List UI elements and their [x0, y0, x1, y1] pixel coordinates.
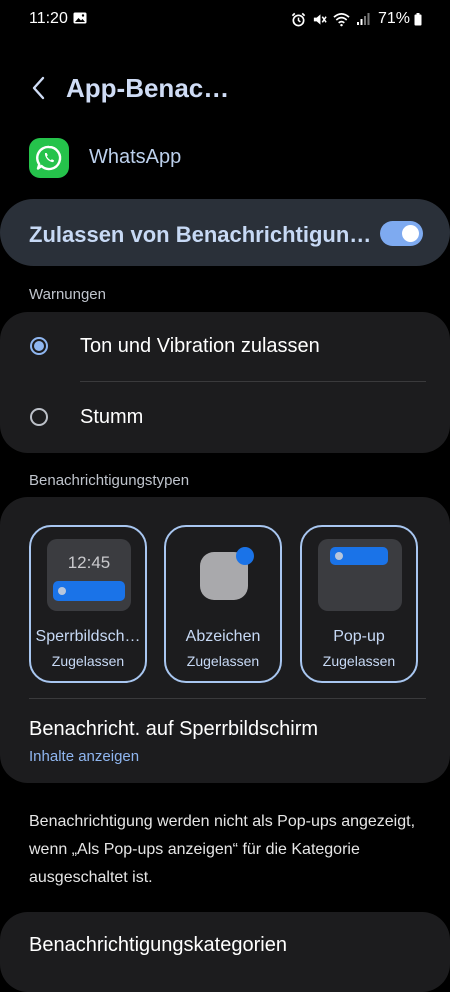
- whatsapp-icon: [29, 138, 69, 178]
- section-label-types: Benachrichtigungstypen: [29, 472, 190, 489]
- tile-label: Sperrbildsch…: [35, 628, 141, 645]
- alarm-icon: [291, 12, 306, 26]
- tile-label: Abzeichen: [185, 628, 261, 645]
- categories-row[interactable]: Benachrichtigungskategorien: [0, 912, 450, 992]
- allow-notifications-toggle[interactable]: [380, 221, 423, 246]
- battery-level: 71%: [378, 10, 411, 27]
- signal-icon: [357, 13, 370, 25]
- lockscreen-notifications-row[interactable]: Benachricht. auf Sperrbildschirm Inhalte…: [0, 700, 450, 783]
- toggle-knob: [402, 225, 419, 242]
- status-time: 11:20: [29, 10, 68, 27]
- allow-notifications-label: Zulassen von Benachrichtigun…: [29, 222, 372, 247]
- option-silent[interactable]: Stumm: [0, 382, 450, 453]
- section-label-warnings: Warnungen: [29, 286, 106, 303]
- page-title: App-Benac…: [66, 73, 230, 103]
- radio-selected-icon: [30, 337, 48, 355]
- wifi-icon: [333, 12, 350, 26]
- app-name: WhatsApp: [89, 146, 182, 168]
- lockscreen-notifications-value: Inhalte anzeigen: [29, 748, 140, 765]
- tile-status: Zugelassen: [51, 653, 125, 669]
- status-bar: 11:20 71%: [0, 0, 450, 40]
- tile-popup[interactable]: Pop-up Zugelassen: [300, 525, 418, 683]
- lockscreen-clock: 12:45: [67, 553, 111, 572]
- system-icons: [291, 11, 370, 27]
- popup-banner: [330, 547, 388, 565]
- lockscreen-notifications-title: Benachricht. auf Sperrbildschirm: [29, 718, 319, 740]
- badge-dot-icon: [236, 547, 254, 565]
- battery-icon: [414, 13, 422, 26]
- mute-icon: [313, 13, 327, 25]
- tile-status: Zugelassen: [186, 653, 260, 669]
- option-label: Stumm: [80, 406, 144, 428]
- option-sound-vibration[interactable]: Ton und Vibration zulassen: [0, 312, 450, 382]
- banner-dot: [335, 552, 343, 560]
- whatsapp-logo: [36, 145, 62, 171]
- tile-status: Zugelassen: [322, 653, 396, 669]
- info-text: Benachrichtigung werden nicht als Pop-up…: [29, 813, 416, 886]
- categories-label: Benachrichtigungskategorien: [29, 934, 287, 956]
- popup-preview: [318, 539, 402, 611]
- tile-lockscreen[interactable]: 12:45 Sperrbildsch… Zugelassen: [29, 525, 147, 683]
- pill-dot: [58, 587, 66, 595]
- notification-pill: [53, 581, 125, 601]
- lockscreen-preview: 12:45: [47, 539, 131, 611]
- divider: [29, 698, 426, 699]
- gallery-icon: [73, 12, 87, 24]
- chevron-left-icon: [32, 76, 45, 100]
- tile-label: Pop-up: [333, 628, 385, 645]
- option-label: Ton und Vibration zulassen: [80, 335, 320, 357]
- tile-badge[interactable]: Abzeichen Zugelassen: [164, 525, 282, 683]
- radio-unselected-icon: [30, 408, 48, 426]
- back-button[interactable]: [26, 72, 50, 104]
